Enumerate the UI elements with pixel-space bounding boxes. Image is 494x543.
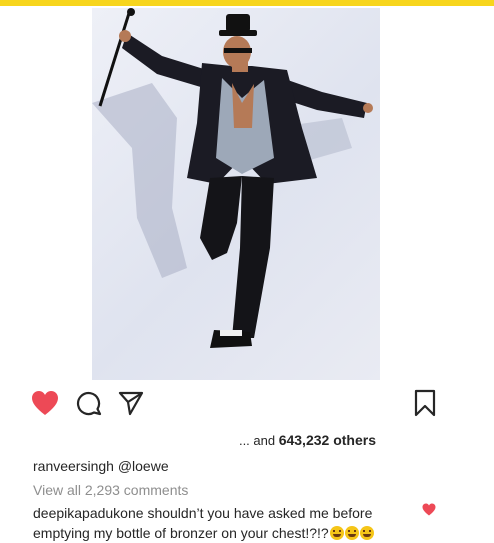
comment-username[interactable]: deepikapadukone	[33, 505, 144, 521]
zany-face-emoji-icon	[359, 526, 374, 540]
squinting-tongue-emoji-icon	[344, 526, 359, 540]
caption-mention[interactable]: @loewe	[118, 458, 169, 474]
comment-button[interactable]	[74, 388, 104, 418]
top-accent-bar	[0, 0, 494, 6]
rolling-laughing-emoji-icon	[329, 526, 344, 540]
post-caption: ranveersingh @loewe	[33, 458, 169, 474]
likes-suffix: others	[329, 432, 376, 448]
post-photo[interactable]	[92, 8, 380, 380]
like-button[interactable]	[30, 388, 60, 418]
likes-prefix: ... and	[238, 433, 279, 448]
bookmark-icon	[414, 389, 436, 417]
save-button[interactable]	[410, 388, 440, 418]
likes-count: 643,232	[278, 432, 330, 448]
post-action-bar	[0, 388, 494, 422]
view-all-comments-link[interactable]: View all 2,293 comments	[33, 482, 188, 498]
heart-filled-icon	[32, 391, 58, 415]
caption-username[interactable]: ranveersingh	[33, 458, 114, 474]
comment-bubble-icon	[76, 391, 102, 416]
heart-filled-icon	[422, 503, 436, 516]
likes-summary[interactable]: ... and 643,232 others	[0, 432, 376, 448]
paper-plane-icon	[118, 391, 144, 416]
photo-figure	[92, 8, 373, 348]
share-button[interactable]	[116, 388, 146, 418]
comment-item: deepikapadukone shouldn’t you have asked…	[33, 503, 413, 543]
comment-like-button[interactable]	[422, 503, 436, 517]
